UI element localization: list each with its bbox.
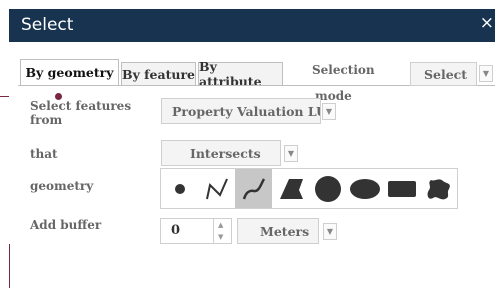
- point-icon[interactable]: [161, 169, 198, 208]
- callout-pointer-dot: [55, 93, 62, 100]
- that-label: that: [30, 147, 58, 161]
- selection-mode-dropdown-button[interactable]: ▼: [479, 65, 493, 82]
- selection-mode-value: Select: [424, 66, 468, 82]
- ellipse-icon[interactable]: [346, 169, 383, 208]
- select-from-value: Property Valuation LU: [172, 103, 320, 119]
- dialog-titlebar: Select ×: [9, 9, 495, 42]
- buffer-unit-dropdown-button[interactable]: ▼: [323, 223, 337, 240]
- select-from-select[interactable]: Property Valuation LU: [161, 98, 321, 124]
- rectangle-icon[interactable]: [383, 169, 420, 208]
- tab-bar: By geometry By feature By attribute Sele…: [18, 52, 495, 103]
- freehand-polygon-icon[interactable]: [420, 169, 457, 208]
- buffer-unit-select[interactable]: Meters: [237, 218, 319, 244]
- dialog-title: Select: [21, 15, 74, 35]
- select-from-dropdown-button[interactable]: ▼: [322, 103, 336, 120]
- add-buffer-label: Add buffer: [30, 218, 102, 232]
- select-from-label-text: Select features from: [30, 99, 132, 127]
- polygon-icon[interactable]: [272, 169, 309, 208]
- buffer-spinner[interactable]: ▲ ▼: [213, 219, 231, 243]
- select-from-label: Select features from: [30, 99, 135, 127]
- geometry-toolbar: [160, 168, 458, 209]
- tab-by-attribute[interactable]: By attribute: [198, 59, 283, 89]
- tab-by-feature[interactable]: By feature: [121, 62, 196, 85]
- buffer-unit-value: Meters: [260, 223, 310, 239]
- close-icon[interactable]: ×: [480, 13, 494, 33]
- polyline-icon[interactable]: [198, 169, 235, 208]
- spatial-relation-select[interactable]: Intersects: [161, 140, 281, 166]
- chevron-down-icon: ▼: [325, 107, 333, 116]
- circle-icon[interactable]: [309, 169, 346, 208]
- chevron-down-icon: ▼: [482, 69, 490, 78]
- tab-by-geometry[interactable]: By geometry: [20, 59, 119, 85]
- spatial-relation-value: Intersects: [190, 145, 261, 161]
- chevron-down-icon: ▼: [287, 149, 295, 158]
- spatial-relation-dropdown-button[interactable]: ▼: [284, 145, 298, 162]
- spin-up-icon[interactable]: ▲: [218, 220, 223, 229]
- selection-mode-select[interactable]: Select: [410, 62, 477, 86]
- freehand-line-icon[interactable]: [235, 169, 272, 208]
- spin-down-icon[interactable]: ▼: [218, 232, 223, 241]
- chevron-down-icon: ▼: [326, 227, 334, 236]
- buffer-distance-value: 0: [171, 223, 181, 238]
- buffer-distance-input[interactable]: 0 ▲ ▼: [160, 218, 232, 244]
- selection-mode-label: Selection: [312, 63, 375, 77]
- geometry-label: geometry: [30, 179, 94, 193]
